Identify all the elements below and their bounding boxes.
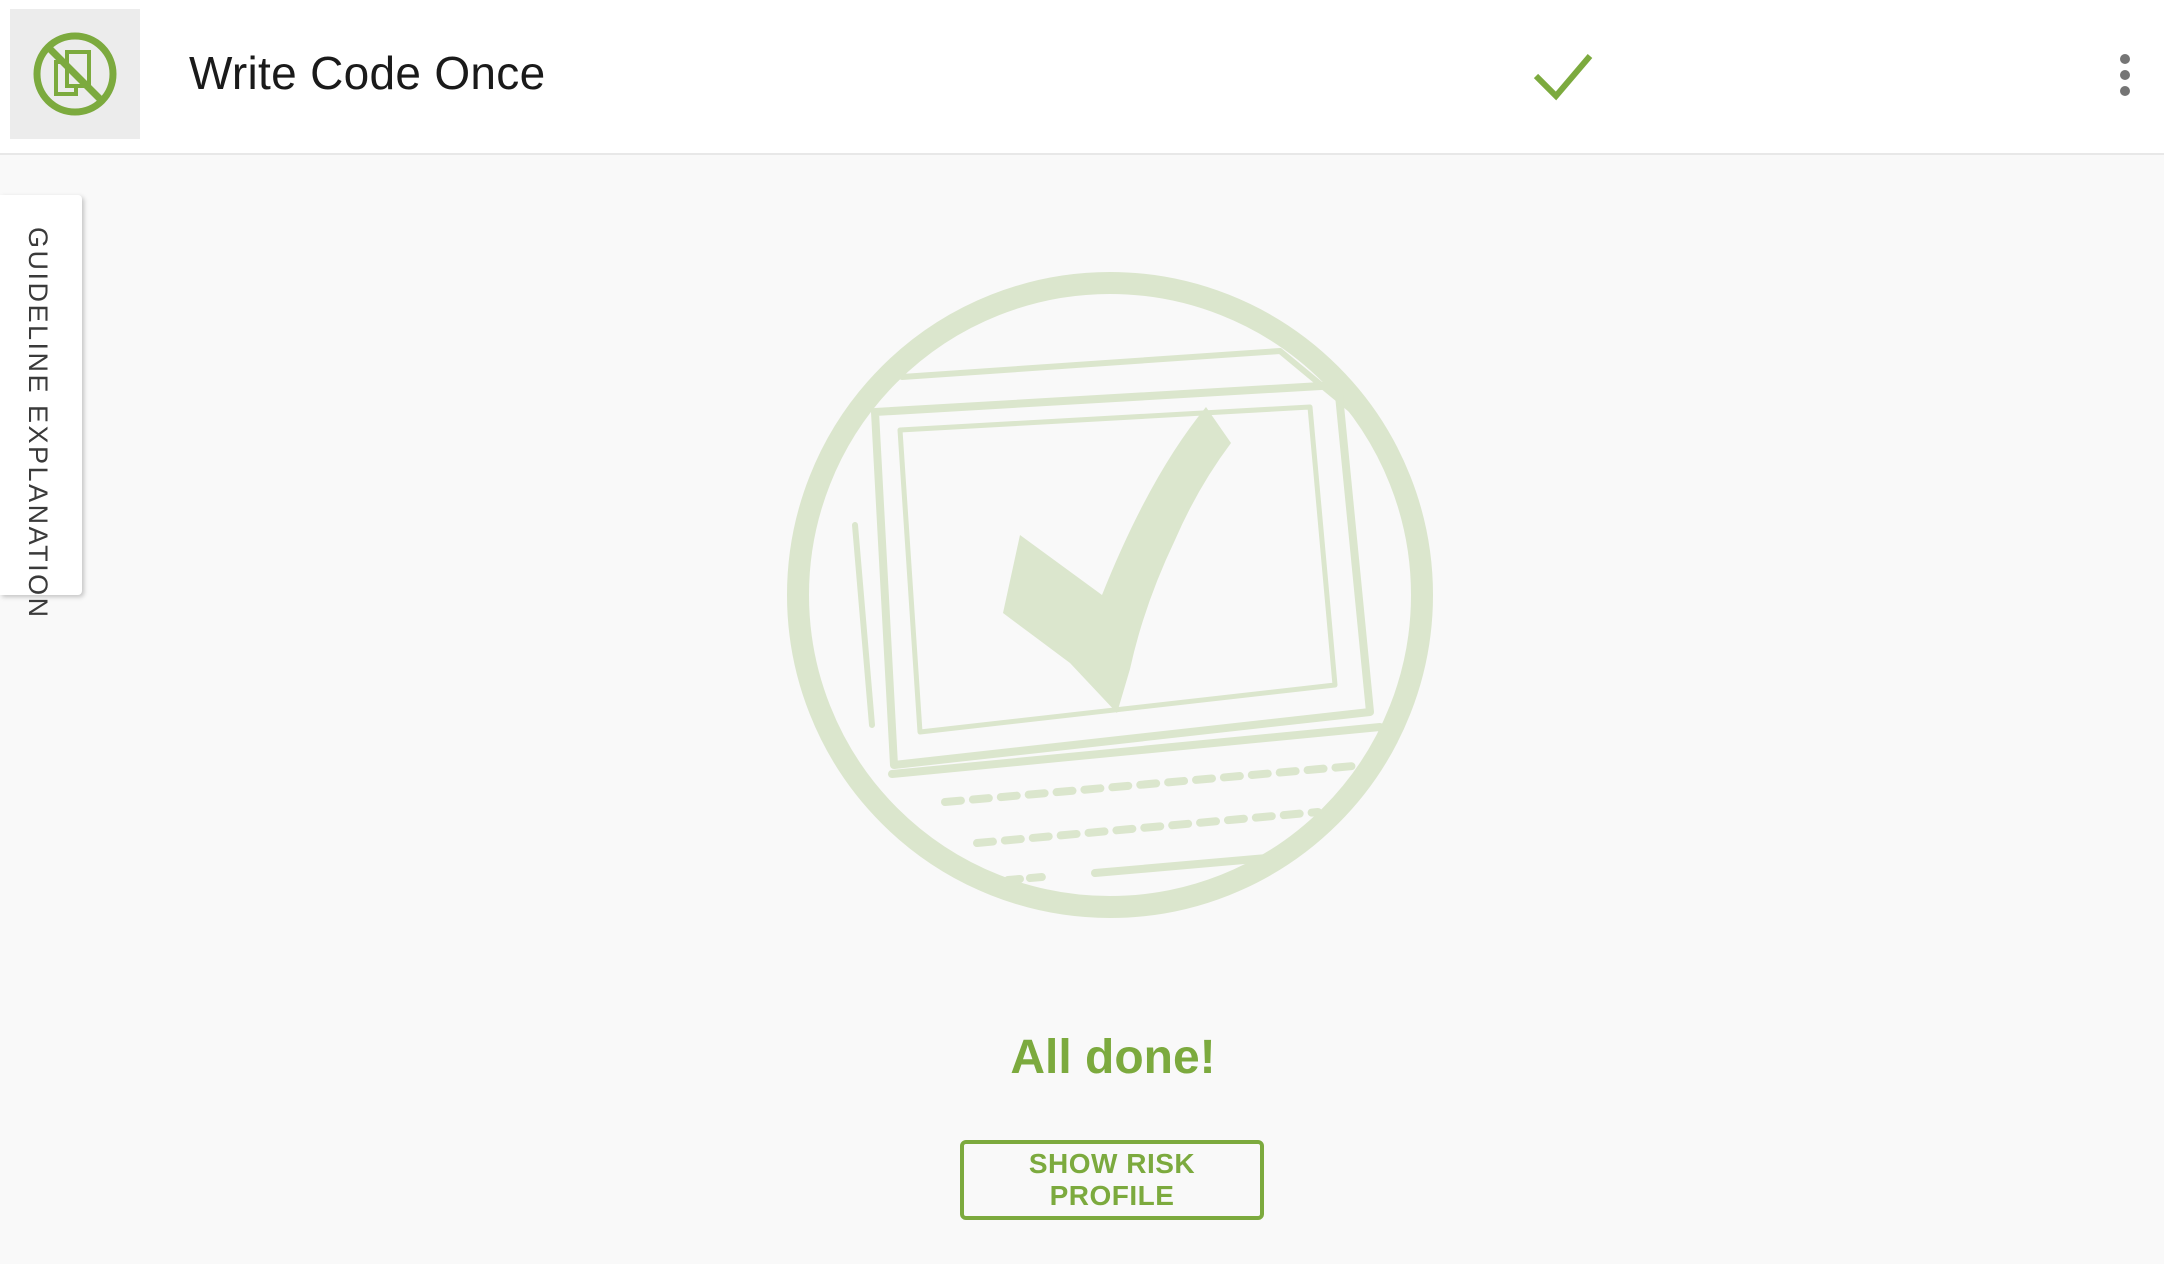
guideline-explanation-label: GUIDELINE EXPLANATION: [23, 227, 53, 620]
page-title: Write Code Once: [189, 47, 546, 99]
more-vert-icon: [2120, 54, 2130, 64]
more-options-button[interactable]: [2105, 45, 2145, 105]
top-app-bar: Write Code Once: [0, 0, 2164, 155]
app-logo: [10, 9, 140, 139]
completion-message: All done!: [1010, 1031, 1216, 1084]
laptop-checkmark-illustration: [787, 272, 1433, 918]
guideline-explanation-tab[interactable]: GUIDELINE EXPLANATION: [0, 195, 82, 620]
checkmark-icon[interactable]: [1530, 48, 1596, 104]
show-risk-profile-button[interactable]: SHOW RISK PROFILE: [960, 1140, 1264, 1220]
no-duplicate-code-icon: [33, 32, 117, 116]
